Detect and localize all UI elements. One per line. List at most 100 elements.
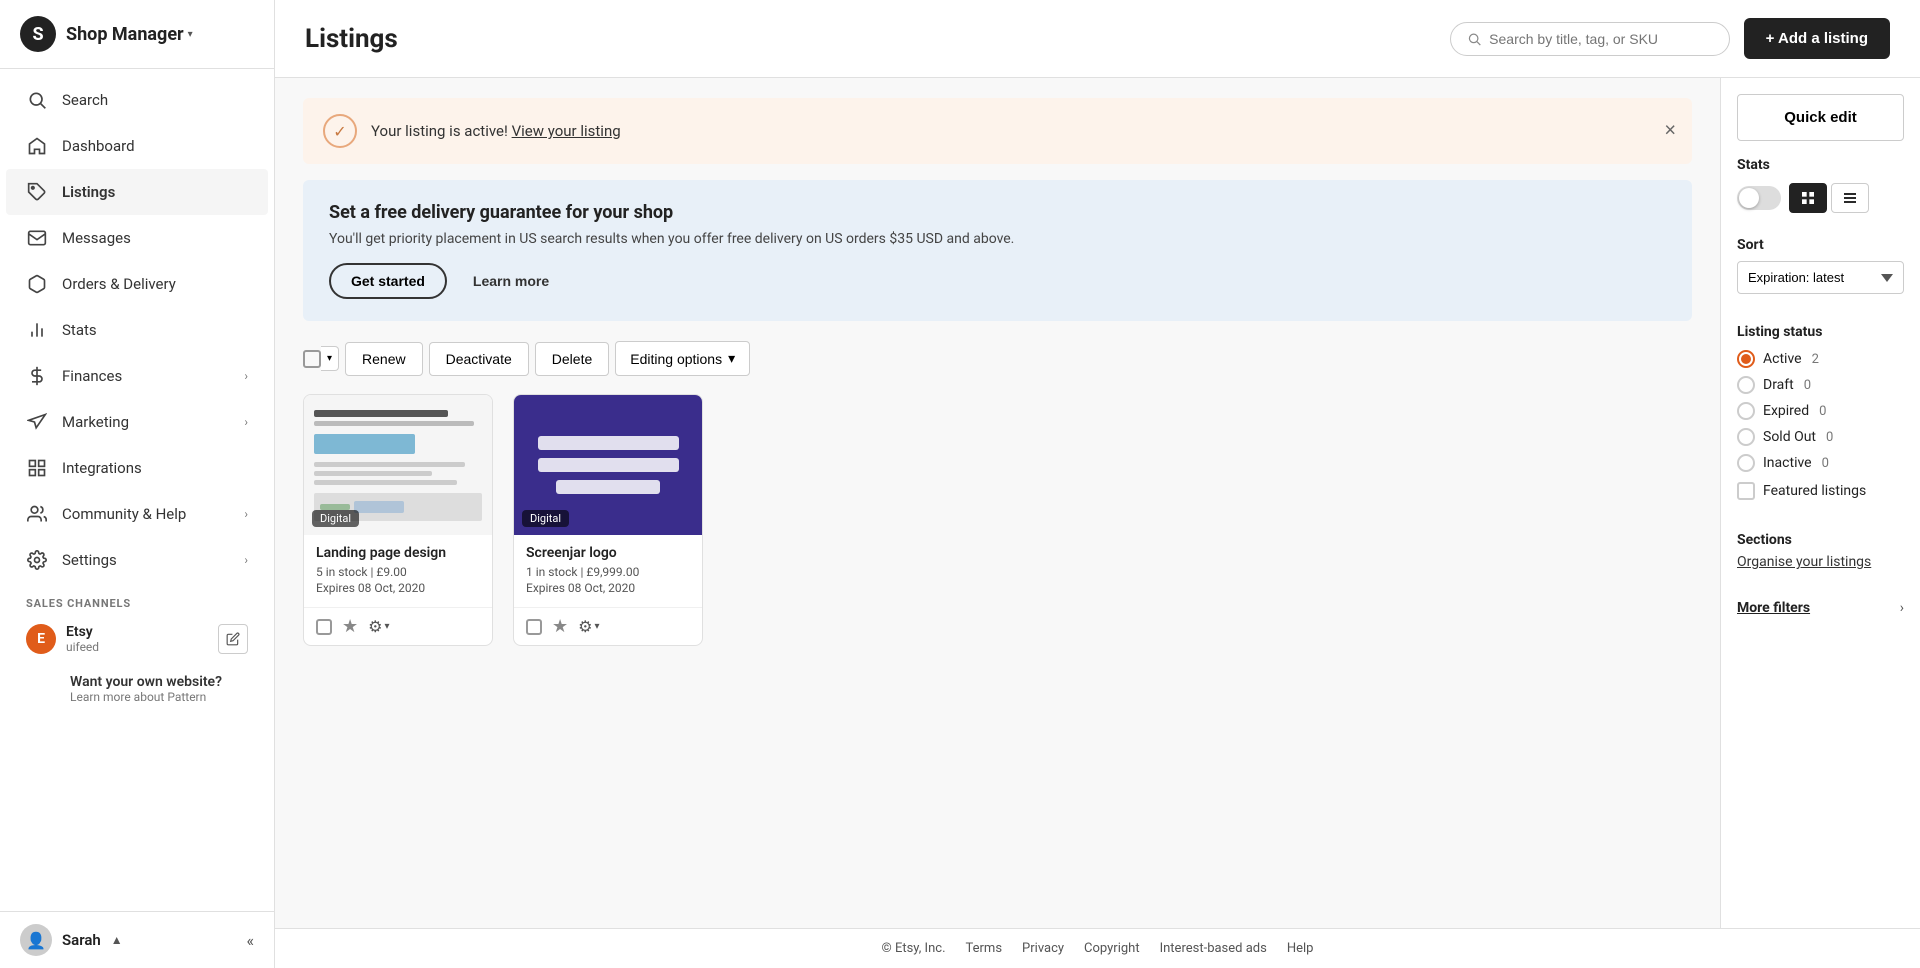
promo-text: You'll get priority placement in US sear…: [329, 231, 1666, 247]
sidebar-item-integrations[interactable]: Integrations: [6, 445, 268, 491]
footer-privacy[interactable]: Privacy: [1022, 941, 1064, 956]
sidebar-item-settings[interactable]: Settings ›: [6, 537, 268, 583]
screenjar-line-3: [556, 480, 659, 494]
footer-interest-ads[interactable]: Interest-based ads: [1160, 941, 1267, 956]
finances-label: Finances: [62, 367, 122, 385]
more-filters-text: More filters: [1737, 600, 1810, 616]
sidebar-item-messages[interactable]: Messages: [6, 215, 268, 261]
sidebar-item-search[interactable]: Search: [6, 77, 268, 123]
main-content: ✓ Your listing is active! View your list…: [275, 78, 1920, 928]
sidebar-item-marketing[interactable]: Marketing ›: [6, 399, 268, 445]
banner-close-button[interactable]: ×: [1664, 120, 1676, 143]
radio-expired: [1737, 402, 1755, 420]
etsy-edit-button[interactable]: [218, 624, 248, 654]
sidebar-item-stats[interactable]: Stats: [6, 307, 268, 353]
listing-thumbnail: Digital: [304, 395, 492, 535]
listing-card: Digital Screenjar logo 1 in stock | £9,9…: [513, 394, 703, 646]
footer-help[interactable]: Help: [1287, 941, 1314, 956]
listing-star-1[interactable]: ★: [342, 616, 358, 637]
search-box-icon: [1467, 31, 1482, 47]
status-option-active[interactable]: Active 2: [1737, 350, 1904, 368]
listings-toolbar: ▾ Renew Deactivate Delete Editing option…: [303, 341, 1692, 376]
view-buttons: [1789, 183, 1869, 213]
pattern-title: Want your own website?: [70, 674, 248, 690]
screenjar-line-2: [538, 458, 679, 472]
listing-gear-1[interactable]: ⚙ ▾: [368, 617, 389, 636]
quick-edit-button[interactable]: Quick edit: [1737, 94, 1904, 141]
status-inactive-count: 0: [1822, 456, 1829, 471]
status-active-count: 2: [1812, 352, 1819, 367]
etsy-name: Etsy: [66, 624, 208, 640]
pattern-sub: Learn more about Pattern: [70, 690, 248, 704]
listing-checkbox-1[interactable]: [316, 619, 332, 635]
sections-section: Sections Organise your listings: [1721, 516, 1920, 586]
renew-button[interactable]: Renew: [345, 342, 423, 376]
box-icon: [26, 273, 48, 295]
footer-copyright-link[interactable]: Copyright: [1084, 941, 1140, 956]
grid-view-button[interactable]: [1789, 183, 1827, 213]
tag-icon: [26, 181, 48, 203]
sections-label: Sections: [1737, 532, 1904, 548]
user-name: Sarah: [62, 931, 101, 949]
status-option-expired[interactable]: Expired 0: [1737, 402, 1904, 420]
list-view-button[interactable]: [1831, 183, 1869, 213]
sort-select[interactable]: Expiration: latest Expiration: oldest Pr…: [1737, 261, 1904, 294]
deactivate-button[interactable]: Deactivate: [429, 342, 529, 376]
more-filters-section: More filters ›: [1721, 586, 1920, 632]
status-option-soldout[interactable]: Sold Out 0: [1737, 428, 1904, 446]
learn-more-button[interactable]: Learn more: [459, 263, 563, 299]
listing-expires-1: Expires 08 Oct, 2020: [316, 581, 480, 595]
select-all-checkbox[interactable]: [303, 350, 321, 368]
success-banner: ✓ Your listing is active! View your list…: [303, 98, 1692, 164]
search-box[interactable]: [1450, 22, 1730, 56]
pattern-channel[interactable]: Want your own website? Learn more about …: [6, 664, 268, 714]
sidebar-item-dashboard[interactable]: Dashboard: [6, 123, 268, 169]
status-draft-label: Draft: [1763, 377, 1794, 393]
collapse-sidebar-button[interactable]: «: [246, 931, 254, 950]
integrations-label: Integrations: [62, 459, 142, 477]
etsy-sub: uifeed: [66, 640, 208, 654]
get-started-button[interactable]: Get started: [329, 263, 447, 299]
listing-gear-2[interactable]: ⚙ ▾: [578, 617, 599, 636]
sidebar-item-finances[interactable]: Finances ›: [6, 353, 268, 399]
sidebar: S Shop Manager ▾ Search Dashboard: [0, 0, 275, 968]
listing-stock-1: 5 in stock | £9.00: [316, 565, 480, 579]
organise-link[interactable]: Organise your listings: [1737, 554, 1871, 570]
listing-stock-2: 1 in stock | £9,999.00: [526, 565, 690, 579]
listing-status-section: Listing status Active 2 Draft 0: [1721, 310, 1920, 516]
listing-card-footer-1: ★ ⚙ ▾: [304, 607, 492, 645]
shop-manager-title[interactable]: Shop Manager ▾: [66, 24, 193, 45]
sidebar-item-listings[interactable]: Listings: [6, 169, 268, 215]
stats-toggle-switch[interactable]: [1737, 186, 1781, 210]
etsy-info: Etsy uifeed: [66, 624, 208, 654]
home-icon: [26, 135, 48, 157]
settings-label: Settings: [62, 551, 117, 569]
main-footer: © Etsy, Inc. Terms Privacy Copyright Int…: [275, 928, 1920, 968]
delete-button[interactable]: Delete: [535, 342, 609, 376]
search-input[interactable]: [1489, 31, 1712, 47]
more-filters-row[interactable]: More filters ›: [1737, 600, 1904, 616]
dashboard-label: Dashboard: [62, 137, 135, 155]
listing-checkbox-2[interactable]: [526, 619, 542, 635]
status-option-inactive[interactable]: Inactive 0: [1737, 454, 1904, 472]
shop-logo: S: [20, 16, 56, 52]
add-listing-button[interactable]: + Add a listing: [1744, 18, 1890, 59]
stats-toggle-row: [1737, 183, 1904, 213]
promo-title: Set a free delivery guarantee for your s…: [329, 202, 1666, 223]
featured-listings-row[interactable]: Featured listings: [1737, 482, 1904, 500]
select-all-checkbox-group: ▾: [303, 346, 339, 371]
footer-terms[interactable]: Terms: [966, 941, 1003, 956]
bar-chart-icon: [26, 319, 48, 341]
add-listing-label: + Add a listing: [1766, 30, 1868, 47]
editing-options-button[interactable]: Editing options ▾: [615, 341, 750, 376]
marketing-chevron: ›: [244, 415, 248, 429]
more-filters-chevron: ›: [1900, 600, 1904, 616]
sidebar-item-community[interactable]: Community & Help ›: [6, 491, 268, 537]
radio-active: [1737, 350, 1755, 368]
sidebar-item-orders[interactable]: Orders & Delivery: [6, 261, 268, 307]
status-option-draft[interactable]: Draft 0: [1737, 376, 1904, 394]
listing-star-2[interactable]: ★: [552, 616, 568, 637]
select-dropdown-button[interactable]: ▾: [321, 346, 339, 371]
dollar-icon: [26, 365, 48, 387]
view-listing-link[interactable]: View your listing: [512, 122, 621, 140]
